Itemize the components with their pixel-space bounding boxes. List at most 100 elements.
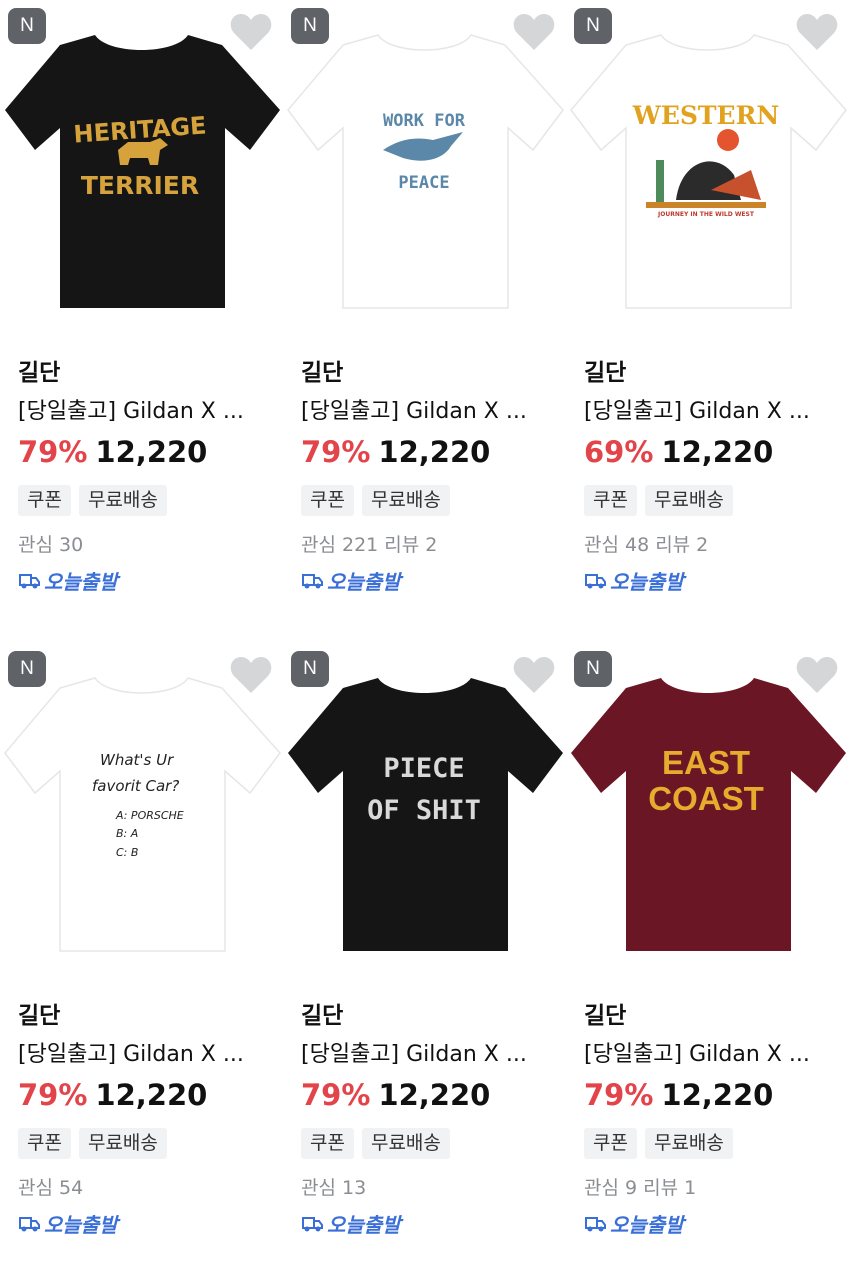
print-line-1: What's Ur [100,751,174,769]
price-row: 79% 12,220 [301,1078,490,1112]
product-card[interactable]: HERITAGE TERRIER N 길단 [당일출고] Gildan X ..… [0,0,283,643]
product-card[interactable]: PIECE OF SHIT N 길단 [당일출고] Gildan X ... 7… [283,643,566,1262]
product-image[interactable]: WESTERN JOURNEY IN THE WILD WEST N [566,0,849,325]
product-image[interactable]: What's Ur favorit Car? A: PORSCHE B: A C… [0,643,283,968]
print-line-1: EAST [662,744,750,781]
discount-rate: 79% [18,1078,88,1112]
review-count: 리뷰 2 [655,534,709,556]
product-title[interactable]: [당일출고] Gildan X ... [301,393,551,425]
product-card[interactable]: WORK FOR PEACE N 길단 [당일출고] Gildan X ... … [283,0,566,643]
shipping-info: 오늘출발 [301,1209,401,1238]
print-line-2: PEACE [398,173,449,193]
new-badge: N [574,651,612,687]
product-title[interactable]: [당일출고] Gildan X ... [18,1036,268,1068]
shipping-label: 오늘출발 [44,1213,118,1237]
free-shipping-tag: 무료배송 [78,1128,167,1159]
product-title[interactable]: [당일출고] Gildan X ... [18,393,268,425]
brand-name: 길단 [584,360,627,386]
tag-list: 쿠폰 무료배송 [584,1128,733,1159]
print-line-4: B: A [116,827,138,840]
coupon-tag: 쿠폰 [301,485,354,516]
stats: 관심 48 리뷰 2 [584,530,708,557]
shipping-info: 오늘출발 [18,1209,118,1238]
print-line-1: PIECE [383,753,464,784]
sale-price: 12,220 [661,1078,774,1112]
price-row: 79% 12,220 [18,435,207,469]
print-line-2: favorit Car? [92,777,179,795]
heart-icon [230,14,272,50]
new-badge: N [8,651,46,687]
truck-icon [302,573,323,588]
truck-icon [19,1216,40,1231]
print-line-1: WORK FOR [383,111,466,131]
discount-rate: 79% [584,1078,654,1112]
discount-rate: 79% [18,435,88,469]
new-badge: N [291,651,329,687]
tag-list: 쿠폰 무료배송 [18,1128,167,1159]
interest-count: 관심 9 [584,1177,638,1199]
brand-name: 길단 [584,1003,627,1029]
brand-name: 길단 [18,1003,61,1029]
product-title[interactable]: [당일출고] Gildan X ... [584,1036,834,1068]
brand-name: 길단 [301,360,344,386]
truck-icon [585,1216,606,1231]
shipping-label: 오늘출발 [327,570,401,594]
print-line-3: A: PORSCHE [115,809,184,822]
stats: 관심 30 [18,530,83,557]
wishlist-button[interactable] [512,655,556,695]
discount-rate: 69% [584,435,654,469]
discount-rate: 79% [301,435,371,469]
price-row: 79% 12,220 [584,1078,773,1112]
heart-icon [796,657,838,693]
product-card[interactable]: EAST COAST N 길단 [당일출고] Gildan X ... 79% 1… [566,643,849,1262]
heart-icon [230,657,272,693]
stats: 관심 9 리뷰 1 [584,1173,696,1200]
product-image[interactable]: HERITAGE TERRIER N [0,0,283,325]
product-title[interactable]: [당일출고] Gildan X ... [584,393,834,425]
discount-rate: 79% [301,1078,371,1112]
stats: 관심 221 리뷰 2 [301,530,437,557]
free-shipping-tag: 무료배송 [78,485,167,516]
print-line-2: JOURNEY IN THE WILD WEST [657,211,755,218]
product-image[interactable]: EAST COAST N [566,643,849,968]
product-image[interactable]: PIECE OF SHIT N [283,643,566,968]
coupon-tag: 쿠폰 [584,485,637,516]
wishlist-button[interactable] [795,12,839,52]
shipping-label: 오늘출발 [44,570,118,594]
truck-icon [585,573,606,588]
heart-icon [513,14,555,50]
new-badge: N [574,8,612,44]
interest-count: 관심 13 [301,1177,367,1199]
coupon-tag: 쿠폰 [301,1128,354,1159]
shipping-info: 오늘출발 [584,1209,684,1238]
shipping-label: 오늘출발 [610,1213,684,1237]
truck-icon [19,573,40,588]
product-card[interactable]: What's Ur favorit Car? A: PORSCHE B: A C… [0,643,283,1262]
product-image[interactable]: WORK FOR PEACE N [283,0,566,325]
print-line-2: COAST [648,780,764,817]
tag-list: 쿠폰 무료배송 [584,485,733,516]
sale-price: 12,220 [378,435,491,469]
free-shipping-tag: 무료배송 [361,485,450,516]
review-count: 리뷰 1 [643,1177,697,1199]
truck-icon [302,1216,323,1231]
interest-count: 관심 54 [18,1177,84,1199]
sale-price: 12,220 [95,435,208,469]
brand-name: 길단 [18,360,61,386]
stats: 관심 13 [301,1173,366,1200]
wishlist-button[interactable] [795,655,839,695]
coupon-tag: 쿠폰 [584,1128,637,1159]
wishlist-button[interactable] [229,12,273,52]
print-line-2: OF SHIT [367,795,481,826]
coupon-tag: 쿠폰 [18,485,71,516]
interest-count: 관심 221 [301,534,379,556]
print-line-1: WESTERN [632,101,779,130]
wishlist-button[interactable] [229,655,273,695]
product-title[interactable]: [당일출고] Gildan X ... [301,1036,551,1068]
print-line-2: TERRIER [81,171,199,200]
wishlist-button[interactable] [512,12,556,52]
product-card[interactable]: WESTERN JOURNEY IN THE WILD WEST N 길단 [당… [566,0,849,643]
shipping-info: 오늘출발 [584,566,684,595]
free-shipping-tag: 무료배송 [361,1128,450,1159]
free-shipping-tag: 무료배송 [644,485,733,516]
